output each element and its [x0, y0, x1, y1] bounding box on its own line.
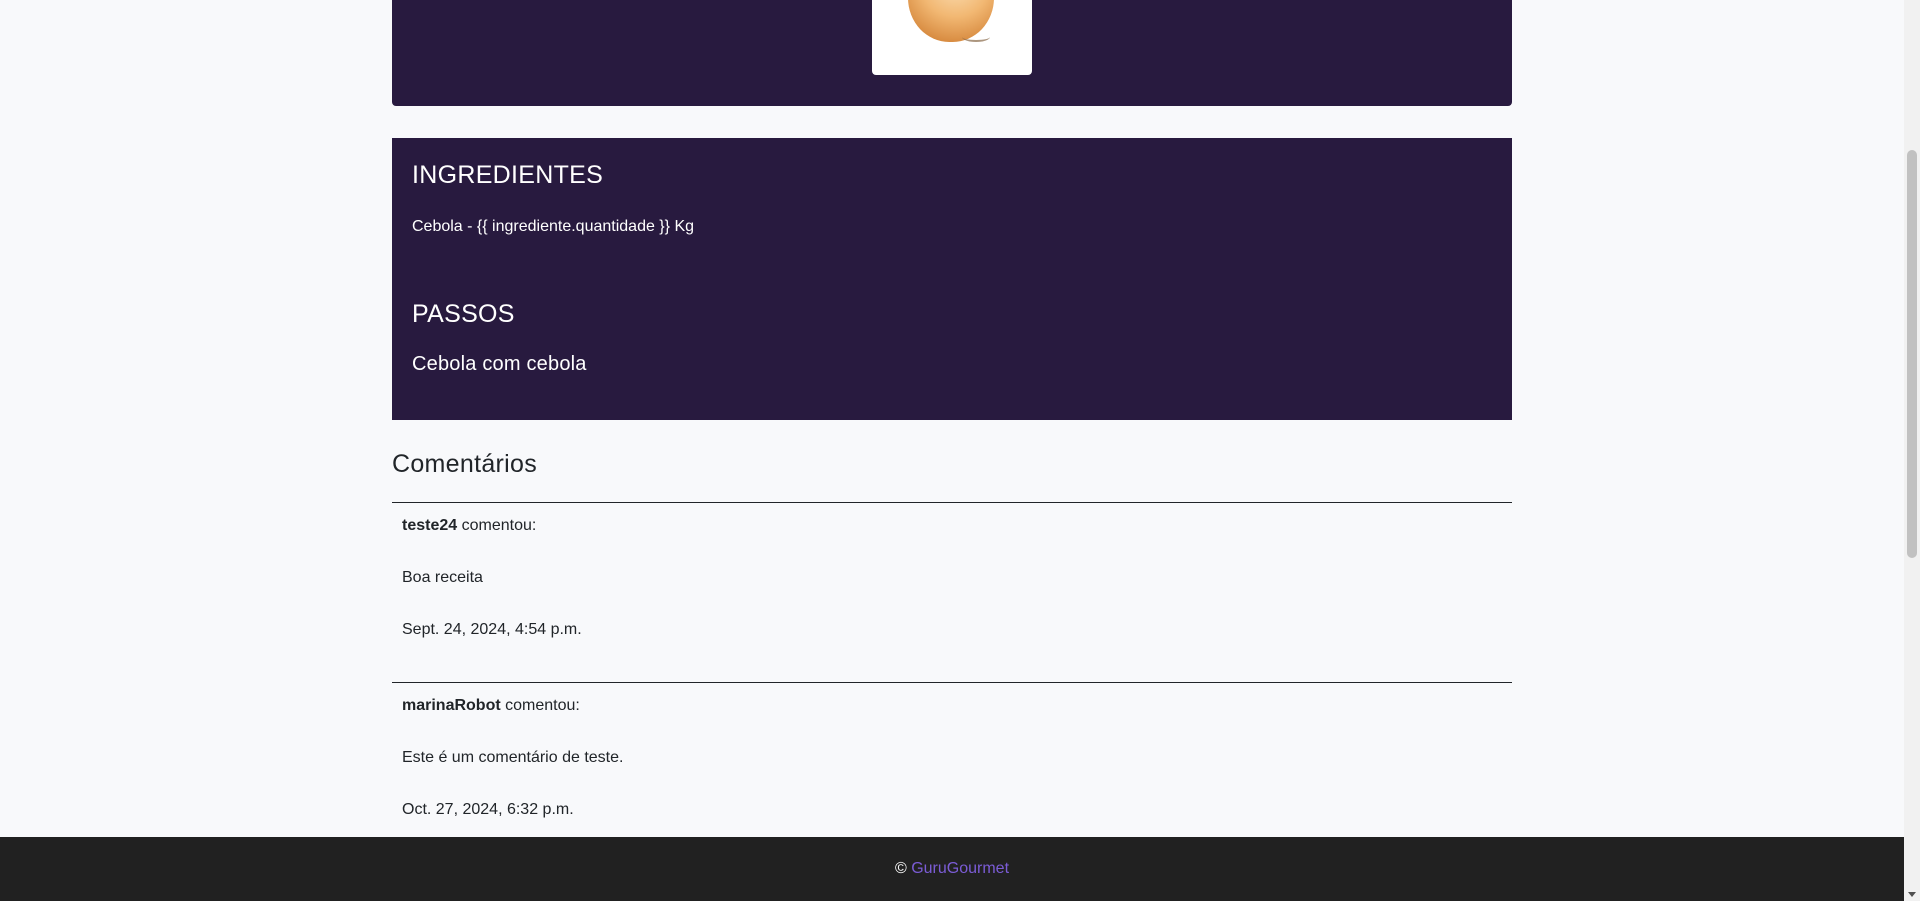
comment-header: teste24 comentou:: [402, 517, 536, 535]
comments-title: Comentários: [392, 450, 538, 478]
comment-date: Sept. 24, 2024, 4:54 p.m.: [402, 621, 582, 638]
recipe-image: [872, 0, 1032, 75]
comment-verb: comentou:: [457, 517, 537, 534]
page-footer: © GuruGourmet: [0, 837, 1904, 901]
comment-item: marinaRobot comentou: Este é um comentár…: [392, 682, 1512, 862]
onion-root-icon: [962, 32, 990, 42]
brand-link[interactable]: GuruGourmet: [911, 860, 1009, 877]
recipe-details-card: INGREDIENTES Cebola - {{ ingrediente.qua…: [392, 138, 1512, 420]
recipe-hero-card: [392, 0, 1512, 106]
comment-author: teste24: [402, 517, 458, 534]
comment-verb: comentou:: [500, 697, 580, 714]
comment-header: marinaRobot comentou:: [402, 697, 580, 715]
steps-text: Cebola com cebola: [412, 353, 587, 375]
steps-title: PASSOS: [412, 300, 515, 328]
comment-text: Boa receita: [402, 569, 483, 586]
ingredient-item: Cebola - {{ ingrediente.quantidade }} Kg: [412, 218, 695, 235]
comment-text: Este é um comentário de teste.: [402, 749, 624, 766]
scroll-down-arrow-icon[interactable]: [1908, 892, 1916, 897]
comment-item: teste24 comentou: Boa receita Sept. 24, …: [392, 502, 1512, 682]
comment-date: Oct. 27, 2024, 6:32 p.m.: [402, 801, 574, 818]
page-scrollbar[interactable]: [1904, 0, 1920, 901]
ingredients-title: INGREDIENTES: [412, 161, 604, 189]
copyright-symbol: ©: [894, 860, 912, 877]
scrollbar-thumb[interactable]: [1907, 150, 1917, 558]
page-viewport: INGREDIENTES Cebola - {{ ingrediente.qua…: [0, 0, 1904, 901]
comment-author: marinaRobot: [402, 697, 501, 714]
